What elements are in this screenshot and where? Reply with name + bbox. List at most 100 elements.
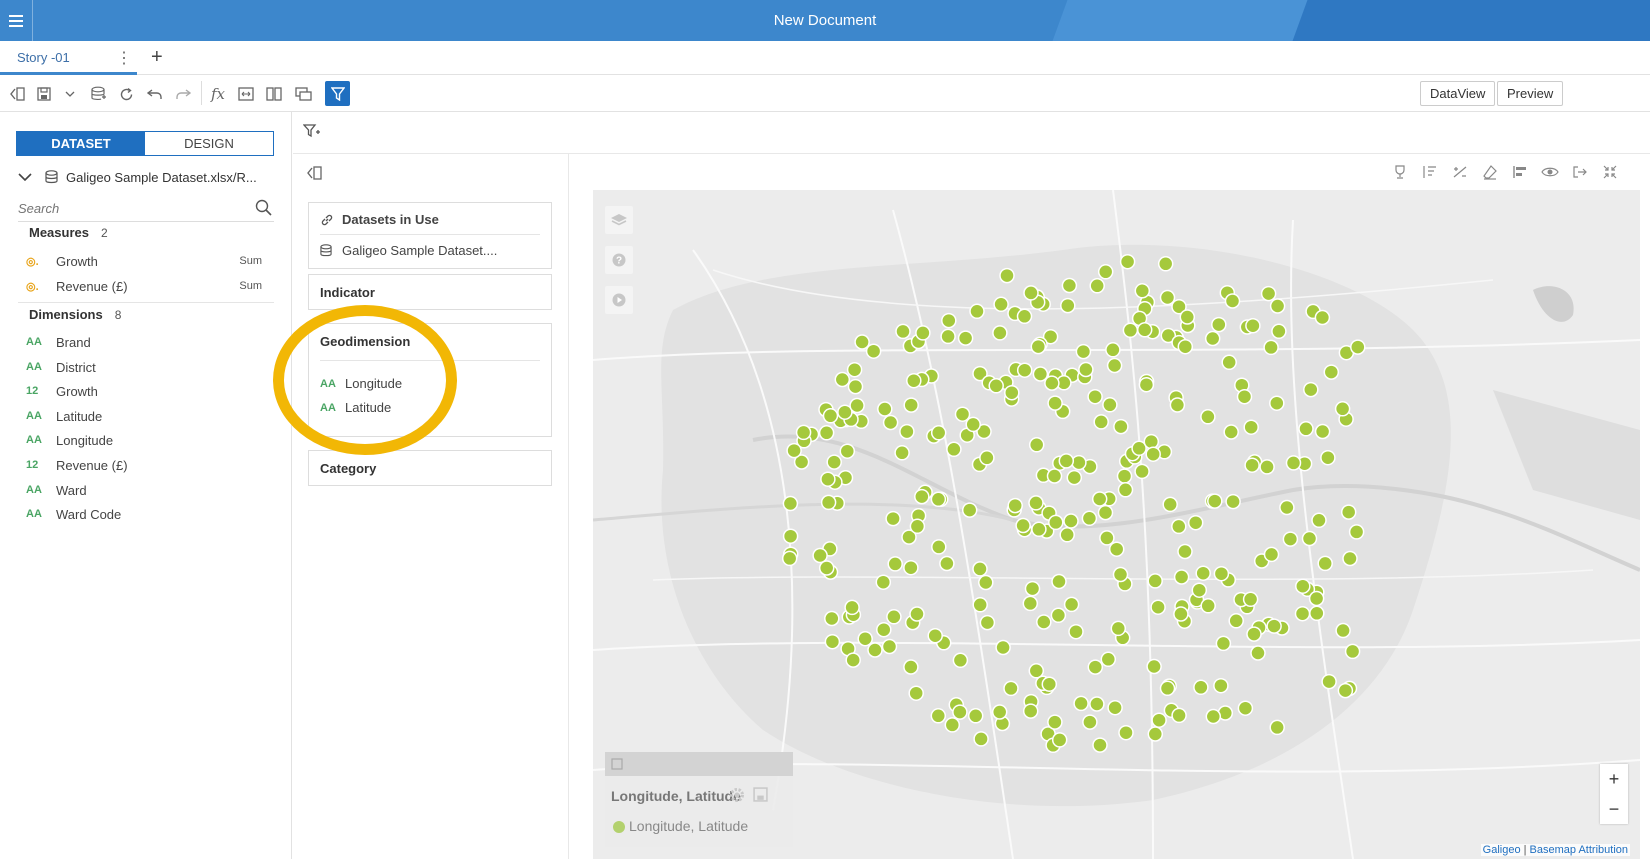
map-point[interactable]	[1269, 395, 1285, 411]
map-point[interactable]	[903, 659, 919, 675]
map-point[interactable]	[1177, 338, 1194, 355]
map-point[interactable]	[1298, 421, 1314, 437]
map-point[interactable]	[1099, 530, 1115, 546]
map-point[interactable]	[1223, 424, 1239, 440]
map-point[interactable]	[849, 397, 865, 414]
undo-icon[interactable]	[145, 84, 165, 104]
map-point[interactable]	[965, 416, 981, 433]
redo-icon[interactable]	[173, 84, 193, 104]
map-point[interactable]	[930, 425, 947, 441]
map-point[interactable]	[1169, 397, 1186, 413]
map-point[interactable]	[882, 414, 899, 431]
map-point[interactable]	[1320, 449, 1336, 466]
map-point[interactable]	[1087, 388, 1103, 405]
map-point[interactable]	[1068, 623, 1084, 640]
map-point[interactable]	[1311, 512, 1327, 529]
map-view[interactable]: ? Longitude, Latitude Longitude, Latitud…	[593, 190, 1640, 859]
map-point[interactable]	[1245, 317, 1261, 334]
map-point[interactable]	[1171, 518, 1187, 535]
map-point[interactable]	[826, 454, 842, 470]
tab-story-01[interactable]: Story -01 ⋮	[0, 41, 137, 75]
map-point[interactable]	[988, 378, 1004, 394]
map-point[interactable]	[941, 312, 957, 329]
map-point[interactable]	[1211, 316, 1227, 333]
map-point[interactable]	[1022, 703, 1039, 719]
map-point[interactable]	[909, 606, 925, 622]
search-icon[interactable]	[255, 199, 272, 216]
map-point[interactable]	[1119, 253, 1136, 270]
save-legend-icon[interactable]	[753, 787, 768, 802]
map-point[interactable]	[1271, 323, 1287, 340]
map-point[interactable]	[820, 494, 837, 511]
map-point[interactable]	[899, 423, 915, 440]
map-point[interactable]	[978, 574, 994, 591]
map-point[interactable]	[1030, 338, 1047, 355]
map-point[interactable]	[1041, 676, 1058, 692]
map-point[interactable]	[999, 267, 1015, 284]
map-point[interactable]	[1082, 714, 1098, 730]
map-point[interactable]	[818, 560, 835, 576]
map-point[interactable]	[931, 539, 947, 555]
field-dimension-longitude[interactable]: AA Longitude	[26, 429, 266, 451]
map-point[interactable]	[1093, 414, 1109, 430]
map-point[interactable]	[795, 424, 812, 441]
map-point[interactable]	[1317, 555, 1333, 572]
map-point[interactable]	[1282, 531, 1299, 547]
map-point[interactable]	[1162, 496, 1178, 513]
map-point[interactable]	[881, 638, 898, 655]
map-point[interactable]	[1204, 330, 1221, 347]
map-point[interactable]	[1279, 499, 1295, 516]
map-point[interactable]	[1260, 285, 1277, 302]
map-point[interactable]	[1078, 361, 1094, 378]
field-dimension-ward[interactable]: AA Ward	[26, 479, 266, 501]
map-point[interactable]	[834, 371, 851, 388]
map-point[interactable]	[786, 442, 802, 459]
map-point[interactable]	[1024, 580, 1041, 597]
map-point[interactable]	[1100, 651, 1117, 668]
play-control-button[interactable]	[605, 286, 633, 314]
map-point[interactable]	[782, 528, 799, 544]
chevron-down-icon[interactable]	[18, 173, 32, 181]
map-point[interactable]	[1191, 582, 1208, 598]
map-point[interactable]	[1224, 293, 1241, 309]
map-point[interactable]	[1046, 468, 1063, 484]
data-source-icon[interactable]	[89, 84, 109, 104]
map-point[interactable]	[1092, 737, 1108, 753]
map-point[interactable]	[1015, 517, 1031, 534]
map-point[interactable]	[1047, 395, 1063, 411]
save-options-chevron-down-icon[interactable]	[60, 84, 80, 104]
map-point[interactable]	[1075, 343, 1092, 360]
map-point[interactable]	[969, 303, 985, 320]
map-point[interactable]	[865, 343, 882, 359]
map-point[interactable]	[1348, 524, 1365, 540]
map-point[interactable]	[1236, 388, 1253, 405]
map-point[interactable]	[973, 731, 989, 747]
map-point[interactable]	[903, 397, 919, 413]
map-point[interactable]	[895, 323, 911, 340]
map-point[interactable]	[1060, 297, 1076, 314]
map-point[interactable]	[1016, 362, 1033, 378]
zoom-in-button[interactable]: +	[1600, 764, 1628, 794]
map-point[interactable]	[1263, 339, 1279, 356]
map-point[interactable]	[1091, 491, 1108, 507]
add-tab-button[interactable]: +	[151, 46, 163, 69]
map-point[interactable]	[857, 630, 873, 647]
map-point[interactable]	[954, 406, 971, 422]
map-point[interactable]	[844, 599, 860, 616]
map-point[interactable]	[1285, 455, 1302, 471]
map-point[interactable]	[1301, 530, 1318, 547]
map-point[interactable]	[991, 704, 1008, 720]
galigeo-link[interactable]: Galigeo	[1483, 844, 1521, 856]
map-point[interactable]	[1159, 680, 1176, 697]
map-point[interactable]	[1269, 719, 1285, 736]
map-point[interactable]	[1195, 565, 1211, 581]
map-point[interactable]	[1004, 384, 1020, 401]
filter-icon[interactable]	[325, 81, 350, 106]
field-dimension-latitude[interactable]: AA Latitude	[26, 405, 266, 427]
map-point[interactable]	[1193, 679, 1209, 696]
map-point[interactable]	[1309, 605, 1325, 622]
zoom-out-button[interactable]: −	[1600, 794, 1628, 824]
map-point[interactable]	[1221, 354, 1237, 371]
map-point[interactable]	[1028, 495, 1044, 511]
map-point[interactable]	[961, 502, 978, 518]
